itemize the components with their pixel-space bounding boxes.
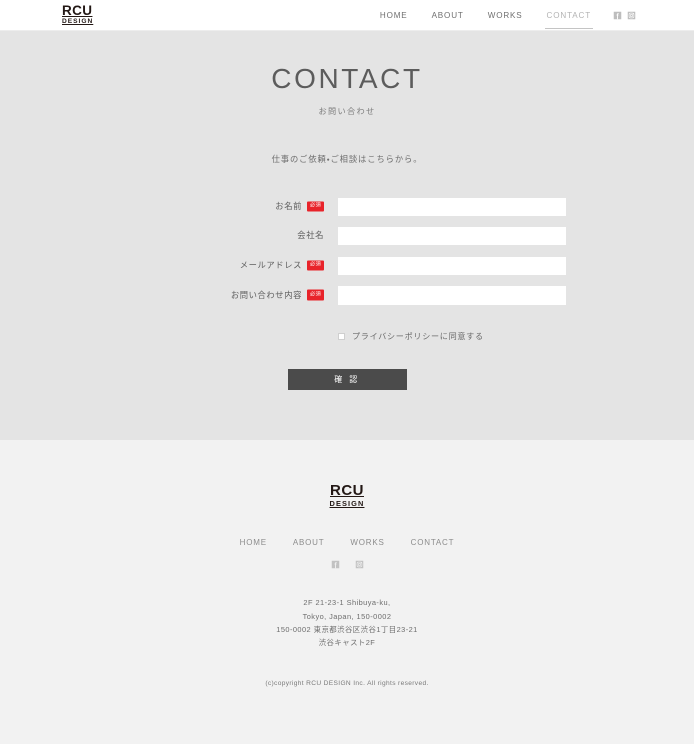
nav-item-works[interactable]: WORKS	[476, 0, 535, 31]
form-field-company	[338, 226, 566, 245]
footer-logo-main-text: RCU	[330, 482, 364, 499]
footer-nav-item-home[interactable]: HOME	[240, 538, 267, 547]
contact-form: お名前 必須 会社名 メールアドレス 必須 お問い合わせ内容 必須 プライバシー…	[0, 196, 694, 390]
form-row-company: 会社名	[0, 226, 694, 245]
site-footer: RCU DESIGN HOME ABOUT WORKS CONTACT 2F 2…	[0, 440, 694, 744]
name-input[interactable]	[338, 197, 566, 216]
submit-row: 確 認	[0, 368, 694, 390]
required-badge-email: 必須	[307, 260, 324, 271]
form-label-email: メールアドレス 必須	[128, 259, 338, 271]
form-label-message: お問い合わせ内容 必須	[128, 289, 338, 301]
address-line: 2F 21-23-1 Shibuya-ku,	[303, 598, 391, 608]
required-badge-message: 必須	[307, 289, 324, 301]
instagram-icon[interactable]	[627, 11, 636, 20]
instagram-icon[interactable]	[355, 560, 364, 569]
nav-item-contact[interactable]: CONTACT	[535, 0, 603, 31]
form-label-email-text: メールアドレス	[239, 259, 302, 270]
privacy-agreement-row: プライバシーポリシーに同意する	[0, 331, 694, 342]
company-input[interactable]	[338, 227, 566, 245]
form-label-company-text: 会社名	[297, 230, 324, 241]
nav-item-home[interactable]: HOME	[368, 0, 420, 31]
form-label-name-text: お名前	[275, 200, 302, 211]
main-navigation: HOME ABOUT WORKS CONTACT	[368, 0, 694, 30]
message-input[interactable]	[338, 285, 566, 305]
header-logo[interactable]: RCU DESIGN	[62, 4, 93, 26]
logo-sub-text: DESIGN	[62, 18, 94, 26]
footer-nav-item-contact[interactable]: CONTACT	[411, 538, 455, 547]
lead-text: 仕事のご依頼・ご相談はこちらから。	[271, 154, 423, 164]
confirm-button[interactable]: 確 認	[287, 368, 407, 390]
site-header: RCU DESIGN HOME ABOUT WORKS CONTACT	[0, 0, 694, 31]
nav-item-about[interactable]: ABOUT	[420, 0, 476, 31]
address-line: 渋谷キャスト2F	[318, 637, 376, 647]
footer-address: 2F 21-23-1 Shibuya-ku, Tokyo, Japan, 150…	[0, 596, 694, 649]
required-badge-name: 必須	[307, 201, 324, 212]
form-row-email: メールアドレス 必須	[0, 255, 694, 275]
footer-logo-sub-text: DESIGN	[329, 499, 365, 508]
footer-navigation: HOME ABOUT WORKS CONTACT	[0, 538, 694, 547]
form-field-message	[338, 285, 566, 305]
footer-nav-item-about[interactable]: ABOUT	[293, 538, 325, 547]
footer-copyright: (c)copyright RCU DESIGN Inc. All rights …	[265, 680, 429, 688]
privacy-agreement-checkbox[interactable]	[338, 332, 345, 340]
footer-nav-item-works[interactable]: WORKS	[350, 538, 384, 547]
form-label-company: 会社名	[128, 229, 338, 241]
facebook-icon[interactable]	[331, 560, 340, 569]
footer-logo[interactable]: RCU DESIGN	[330, 483, 365, 507]
footer-social-links	[0, 560, 694, 569]
form-row-message: お問い合わせ内容 必須	[0, 285, 694, 305]
contact-section: CONTACT お問い合わせ 仕事のご依頼・ご相談はこちらから。 お名前 必須 …	[0, 31, 694, 440]
page-title: CONTACT	[271, 63, 423, 94]
form-field-name	[338, 196, 566, 216]
form-label-name: お名前 必須	[128, 200, 338, 212]
privacy-agreement-label[interactable]: プライバシーポリシーに同意する	[352, 331, 484, 342]
header-social-links	[613, 11, 636, 20]
logo-main-text: RCU	[62, 3, 93, 19]
page-subtitle: お問い合わせ	[318, 107, 376, 116]
email-input[interactable]	[338, 256, 566, 275]
form-row-name: お名前 必須	[0, 196, 694, 216]
address-line: Tokyo, Japan, 150-0002	[302, 611, 392, 621]
form-label-message-text: お問い合わせ内容	[230, 289, 302, 300]
address-line: 150-0002 東京都渋谷区渋谷1丁目23-21	[276, 624, 418, 634]
form-field-email	[338, 255, 566, 275]
facebook-icon[interactable]	[613, 11, 622, 20]
